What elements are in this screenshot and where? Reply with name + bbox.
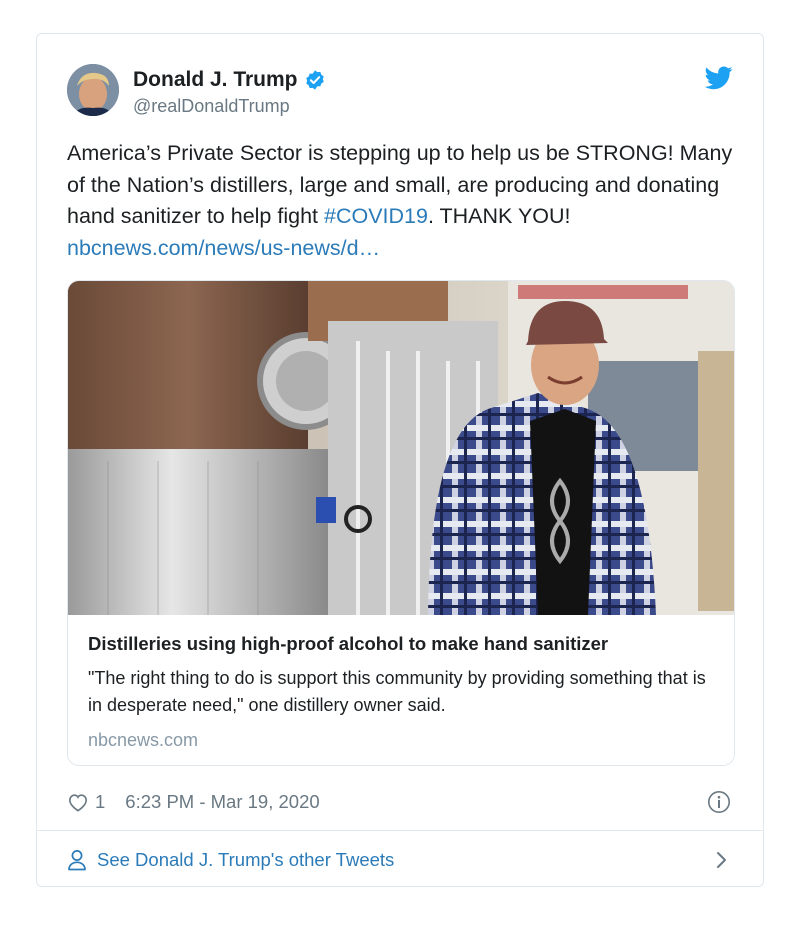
hashtag-link[interactable]: #COVID19	[324, 204, 428, 228]
author-handle[interactable]: @realDonaldTrump	[133, 96, 290, 117]
link-preview-card[interactable]: Distilleries using high-proof alcohol to…	[67, 280, 735, 766]
link-preview-title[interactable]: Distilleries using high-proof alcohol to…	[88, 631, 714, 657]
link-preview-domain: nbcnews.com	[88, 730, 199, 750]
twitter-bird-icon[interactable]	[704, 66, 733, 90]
embedded-tweet-card: Donald J. Trump @realDonaldTrump America…	[36, 33, 764, 887]
heart-icon[interactable]	[67, 792, 89, 812]
link-preview-description: "The right thing to do is support this c…	[88, 668, 706, 715]
tweet-text-tail: . THANK YOU!	[427, 204, 571, 228]
tweet-text: America’s Private Sector is stepping up …	[67, 138, 747, 264]
info-icon[interactable]	[707, 790, 731, 814]
link-preview-image[interactable]	[68, 281, 734, 615]
link-preview-body: Distilleries using high-proof alcohol to…	[88, 631, 714, 753]
author-name-row: Donald J. Trump	[133, 68, 326, 92]
verified-badge-icon	[304, 69, 326, 91]
tweet-timestamp[interactable]: 6:23 PM - Mar 19, 2020	[125, 791, 319, 813]
footer-divider	[37, 830, 763, 831]
other-tweets-link[interactable]: See Donald J. Trump's other Tweets	[97, 849, 394, 871]
author-avatar[interactable]	[67, 64, 119, 116]
other-tweets-footer[interactable]: See Donald J. Trump's other Tweets	[67, 842, 733, 878]
tweet-header: Donald J. Trump @realDonaldTrump	[67, 64, 733, 120]
author-name[interactable]: Donald J. Trump	[133, 68, 298, 92]
like-count[interactable]: 1	[95, 791, 105, 813]
tweet-meta-row: 1 6:23 PM - Mar 19, 2020	[67, 786, 733, 818]
article-link[interactable]: nbcnews.com/news/us-news/d…	[67, 236, 380, 260]
person-icon	[67, 849, 87, 871]
chevron-right-icon[interactable]	[715, 850, 729, 870]
